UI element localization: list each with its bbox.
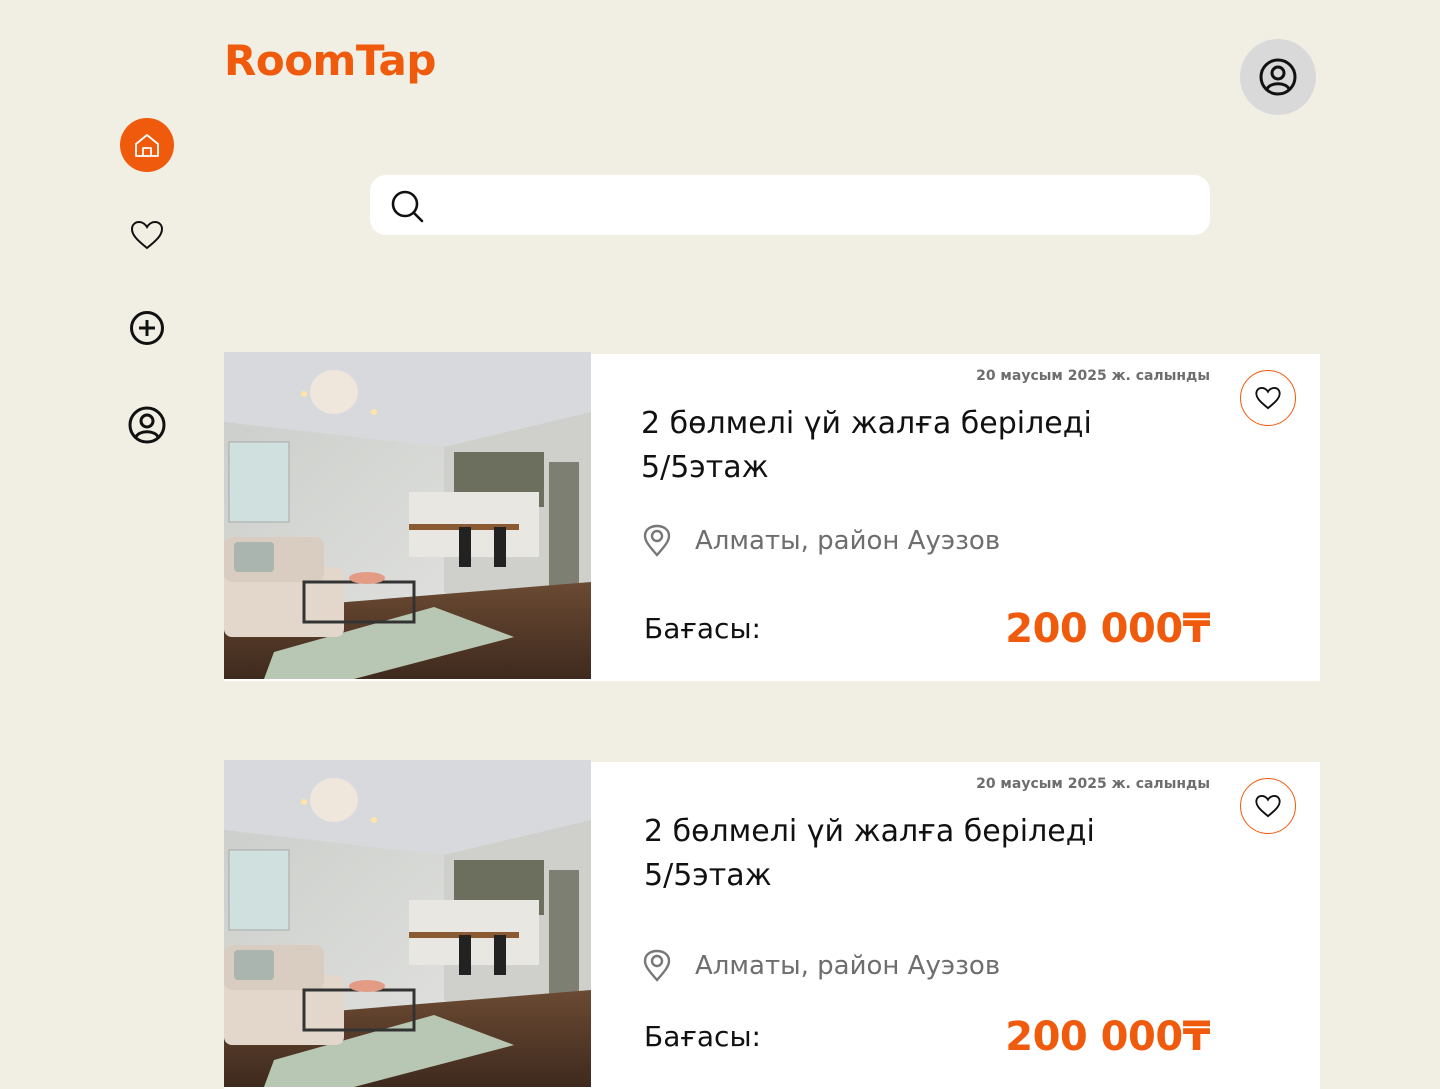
sidebar-item-add[interactable] <box>120 301 174 355</box>
heart-icon <box>1255 794 1281 818</box>
listing-photo[interactable] <box>224 760 591 1087</box>
listing-price: 200 000₸ <box>1005 1014 1210 1060</box>
favorite-button[interactable] <box>1240 778 1296 834</box>
sidebar-item-favorites[interactable] <box>120 208 174 262</box>
apartment-photo <box>224 760 591 1087</box>
location-pin-icon <box>643 524 671 557</box>
profile-button[interactable] <box>1240 39 1316 115</box>
price-label: Бағасы: <box>644 1020 761 1053</box>
search-icon <box>391 190 424 223</box>
user-circle-icon <box>1259 58 1297 96</box>
search-input[interactable] <box>440 185 1194 227</box>
heart-icon <box>1255 386 1281 410</box>
listing-location: Алматы, район Ауэзов <box>641 949 1000 983</box>
sidebar-item-home[interactable] <box>120 118 174 172</box>
apartment-photo <box>224 352 591 679</box>
plus-circle-icon <box>130 311 164 345</box>
listing-location: Алматы, район Ауэзов <box>641 524 1000 558</box>
location-pin-icon <box>643 949 671 982</box>
listing-card[interactable]: 20 маусым 2025 ж. салынды 2 бөлмелі үй ж… <box>224 760 1320 1089</box>
listing-date: 20 маусым 2025 ж. салынды <box>976 368 1210 384</box>
favorite-button[interactable] <box>1240 370 1296 426</box>
user-circle-icon <box>128 406 166 444</box>
sidebar-item-profile[interactable] <box>120 398 174 452</box>
listing-photo[interactable] <box>224 352 591 679</box>
listing-title[interactable]: 2 бөлмелі үй жалға беріледі 5/5этаж <box>644 810 1184 898</box>
listing-price: 200 000₸ <box>1005 606 1210 652</box>
location-text: Алматы, район Ауэзов <box>695 526 1001 556</box>
search-bar <box>370 175 1210 235</box>
listing-card[interactable]: 20 маусым 2025 ж. салынды 2 бөлмелі үй ж… <box>224 352 1320 681</box>
home-icon <box>135 134 159 157</box>
listing-date: 20 маусым 2025 ж. салынды <box>976 776 1210 792</box>
location-text: Алматы, район Ауэзов <box>695 951 1001 981</box>
price-label: Бағасы: <box>644 612 761 645</box>
app-logo[interactable]: RoomTap <box>224 36 436 85</box>
listing-title[interactable]: 2 бөлмелі үй жалға беріледі 5/5этаж <box>641 402 1181 490</box>
heart-icon <box>130 220 164 250</box>
